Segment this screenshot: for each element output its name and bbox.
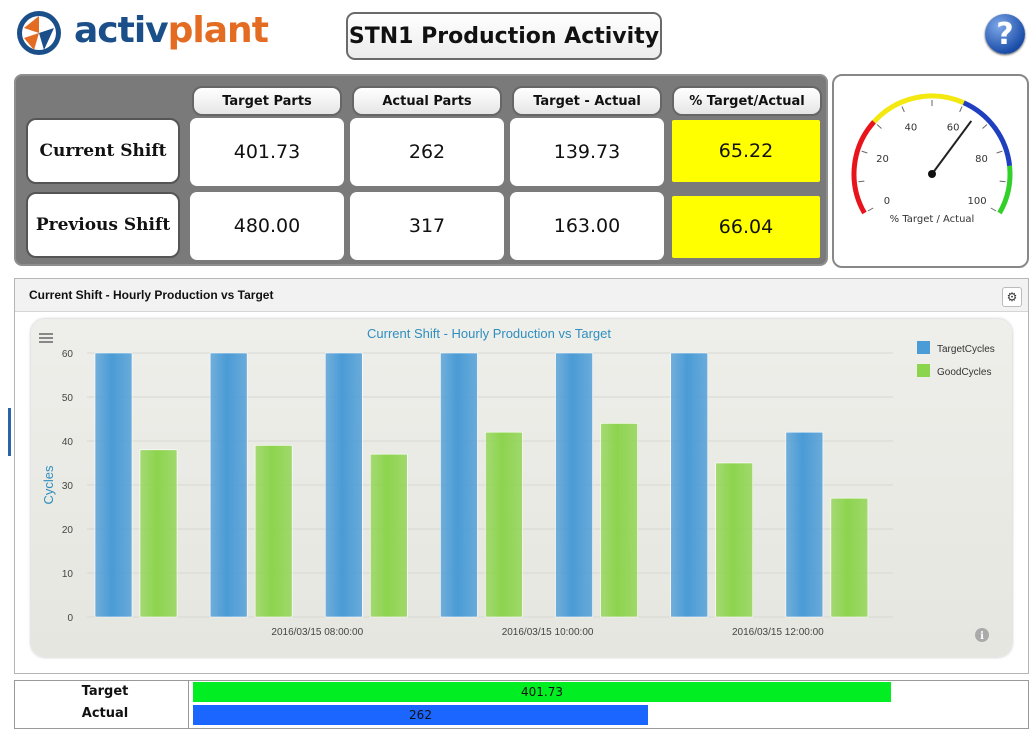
bar-TargetCycles-5 — [670, 352, 709, 618]
actual-bar-value: 262 — [409, 708, 432, 722]
bar-GoodCycles-5 — [715, 462, 754, 618]
gauge-tick-label: 20 — [876, 154, 889, 165]
y-tick-label: 0 — [67, 613, 73, 624]
gauge-tick — [990, 207, 997, 212]
gauge-tick-label: 80 — [975, 154, 988, 165]
bottom-divider — [188, 681, 189, 728]
gauge-tick — [999, 180, 1006, 183]
previous-actual-parts: 317 — [350, 192, 504, 260]
gauge-tick — [867, 207, 874, 212]
gauge-hub — [928, 170, 936, 178]
previous-pct-target-actual: 66.04 — [672, 196, 820, 258]
menu-icon-line — [39, 337, 53, 339]
sidebar-handle[interactable] — [8, 408, 11, 456]
gauge-tick — [876, 124, 882, 129]
y-axis-label: Cycles — [41, 465, 56, 505]
y-tick-label: 30 — [62, 481, 74, 492]
previous-target-parts: 480.00 — [190, 192, 344, 260]
gauge-tick — [901, 106, 905, 113]
info-icon: i — [975, 628, 989, 642]
page-title: STN1 Production Activity — [346, 12, 662, 60]
menu-icon-line — [39, 333, 53, 335]
gear-icon[interactable]: ⚙ — [1002, 287, 1022, 307]
bar-GoodCycles-2 — [369, 453, 408, 618]
info-icon-glyph: i — [980, 631, 984, 642]
y-tick-label: 20 — [62, 525, 74, 536]
col-header-pct-target-actual: % Target/Actual — [672, 86, 822, 116]
gauge-band-3 — [997, 165, 1013, 215]
gauge-tick-label: 100 — [967, 196, 986, 207]
gauge-tick — [959, 106, 963, 113]
gauge-chart: 0 20 40 60 80 100 % Target / Actual — [851, 93, 1013, 225]
y-tick-label: 60 — [62, 349, 74, 360]
gauge-tick-label: 40 — [904, 122, 917, 133]
menu-icon-line — [39, 341, 53, 343]
gauge-panel: 0 20 40 60 80 100 % Target / Actual — [832, 74, 1029, 268]
gauge-tick — [982, 124, 988, 129]
y-tick-label: 40 — [62, 437, 74, 448]
chart-panel: Current Shift - Hourly Production vs Tar… — [14, 278, 1029, 674]
chart-panel-header: Current Shift - Hourly Production vs Tar… — [15, 279, 1028, 312]
bar-GoodCycles-6 — [830, 497, 869, 618]
gauge-tick-label: 60 — [947, 122, 960, 133]
bar-GoodCycles-3 — [485, 431, 523, 618]
current-actual-parts: 262 — [350, 118, 504, 186]
current-target-minus-actual: 139.73 — [510, 118, 664, 186]
gauge-band-0 — [851, 120, 876, 215]
gauge-caption: % Target / Actual — [890, 214, 975, 225]
col-header-target-minus-actual: Target - Actual — [512, 86, 662, 116]
actual-bar: 262 — [193, 705, 648, 725]
row-label-current-shift: Current Shift — [26, 118, 180, 184]
bar-TargetCycles-1 — [209, 352, 248, 618]
row-label-previous-shift: Previous Shift — [26, 192, 180, 258]
legend-label-TargetCycles: TargetCycles — [937, 344, 995, 355]
legend-label-GoodCycles: GoodCycles — [937, 367, 991, 378]
chart-container: Current Shift - Hourly Production vs Tar… — [31, 319, 1012, 657]
y-tick-label: 50 — [62, 393, 74, 404]
col-header-actual-parts: Actual Parts — [352, 86, 502, 116]
bar-TargetCycles-3 — [440, 352, 478, 618]
bar-TargetCycles-2 — [324, 352, 363, 618]
kpi-panel: Target Parts Actual Parts Target - Actua… — [14, 74, 828, 266]
hamburger-menu-icon — [39, 333, 53, 343]
gauge-tick — [996, 150, 1003, 154]
activplant-logo: activplant — [14, 8, 269, 58]
hourly-production-chart: Current Shift - Hourly Production vs Tar… — [39, 326, 995, 642]
previous-target-minus-actual: 163.00 — [510, 192, 664, 260]
chart-title: Current Shift - Hourly Production vs Tar… — [367, 326, 611, 341]
bar-TargetCycles-6 — [785, 431, 824, 618]
gauge-band-1 — [872, 93, 965, 124]
bar-TargetCycles-4 — [555, 352, 593, 618]
legend-swatch-GoodCycles — [917, 364, 930, 377]
chart-panel-title: Current Shift - Hourly Production vs Tar… — [29, 288, 274, 302]
logo-text-plant: plant — [167, 10, 269, 51]
gauge-tick-label: 0 — [884, 196, 890, 207]
col-header-target-parts: Target Parts — [192, 86, 342, 116]
y-tick-label: 10 — [62, 569, 74, 580]
x-tick-label: 2016/03/15 08:00:00 — [271, 627, 363, 638]
bar-GoodCycles-4 — [600, 423, 638, 618]
target-bar: 401.73 — [193, 682, 891, 702]
x-tick-label: 2016/03/15 10:00:00 — [502, 627, 594, 638]
bottom-label-target: Target — [81, 684, 129, 699]
logo-mark-icon — [17, 11, 61, 55]
current-target-parts: 401.73 — [190, 118, 344, 186]
bar-GoodCycles-0 — [139, 449, 178, 618]
x-tick-label: 2016/03/15 12:00:00 — [732, 627, 824, 638]
current-pct-target-actual: 65.22 — [672, 120, 820, 182]
logo-text-activ: activ — [74, 10, 169, 51]
gauge-tick — [858, 180, 865, 183]
bar-GoodCycles-1 — [254, 445, 293, 618]
bar-TargetCycles-0 — [94, 352, 133, 618]
target-actual-bars: Target Actual 401.73 262 — [14, 680, 1029, 729]
gauge-tick — [861, 150, 868, 154]
legend-swatch-TargetCycles — [917, 341, 930, 354]
help-icon[interactable]: ? — [985, 14, 1025, 54]
target-bar-value: 401.73 — [521, 685, 563, 699]
bottom-label-actual: Actual — [81, 706, 129, 721]
